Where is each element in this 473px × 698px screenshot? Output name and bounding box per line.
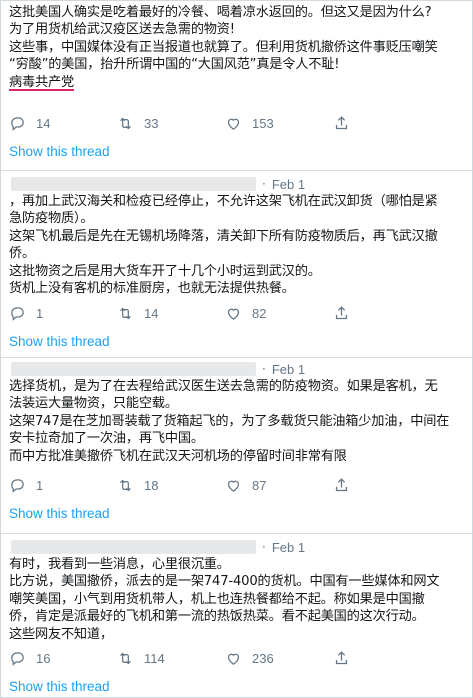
tweet-header: · Feb 1 (11, 360, 305, 378)
tweet-actions: 16 114 236 (9, 648, 429, 668)
tweet-text-line: 这批物资之后是用大货车开了十几个小时运到武汉的。 (9, 263, 321, 279)
tweet-3-text: 选择货机，是为了在去程给武汉医生送去急需的防疫物资。如果是客机，无 法装运大量物… (9, 378, 464, 465)
reply-button[interactable]: 1 (9, 477, 117, 494)
tweet-text-line: 这架飞机最后是先在无锡机场降落，清关卸下所有防疫物质后，再飞武汉撤 (9, 228, 438, 244)
retweet-count: 14 (144, 305, 159, 321)
like-button[interactable]: 153 (225, 115, 333, 132)
retweet-count: 33 (144, 115, 159, 131)
reply-button[interactable]: 14 (9, 115, 117, 132)
share-button[interactable] (333, 477, 363, 494)
retweet-icon (120, 479, 131, 491)
separator-dot: · (262, 362, 266, 376)
retweet-button[interactable]: 14 (117, 305, 225, 322)
heart-icon (227, 308, 240, 320)
retweet-icon (120, 652, 131, 664)
show-thread-link[interactable]: Show this thread (9, 506, 110, 521)
like-count: 236 (252, 650, 274, 666)
tweet-text-line: 选择货机，是为了在去程给武汉医生送去急需的防疫物资。如果是客机，无 (9, 379, 438, 394)
tweet-header: · Feb 1 (11, 175, 305, 193)
tweet-hashtag-text: 病毒共产党 (9, 74, 74, 90)
redacted-user-name (11, 362, 256, 376)
tweet-text-line: 货机上没有客机的标准厨房，也就无法提供热餐。 (9, 281, 295, 297)
tweet-text-line: 侨。 (9, 246, 35, 262)
tweet-4-text: 有时，我看到一些消息，心里很沉重。 比方说，美国撤侨，派去的是一架747-400… (9, 556, 464, 643)
share-button[interactable] (333, 650, 363, 667)
reply-icon (11, 651, 24, 666)
retweet-icon (120, 307, 131, 319)
tweet-text-line: 这些事，中国媒体没有正当报道也就算了。但利用货机撤侨这件事贬压嘲笑 (9, 39, 438, 55)
twitter-thread-screenshot: 这批美国人确实是吃着最好的冷餐、喝着凉水返回的。但这又是因为什么? 为了用货机给… (0, 0, 473, 698)
reply-count: 1 (36, 305, 44, 321)
tweet-date[interactable]: Feb 1 (272, 362, 305, 377)
separator-dot: · (262, 177, 266, 191)
retweet-button[interactable]: 33 (117, 115, 225, 132)
reply-count: 16 (36, 650, 51, 666)
tweet-text-line: ，再加上武汉海关和检疫已经停止，不允许这架飞机在武汉卸货（哪怕是紧 (9, 194, 438, 209)
reply-icon (11, 306, 24, 321)
reply-count: 1 (36, 477, 44, 493)
tweet-text-line: 比方说，美国撤侨，派去的是一架747-400的货机。中国有一些媒体和网文 (9, 574, 440, 590)
heart-icon (227, 653, 240, 665)
tweet-text-line-wrap: 病毒共产党 (9, 74, 464, 91)
share-button[interactable] (333, 115, 363, 132)
tweet-header: · Feb 1 (11, 538, 305, 556)
tweet-text-line: 法装运大量物资，只能空载。 (9, 396, 178, 412)
tweet-text-line: “穷酸”的美国，抬升所谓中国的“大国风范”真是令人不耻! (9, 57, 340, 73)
heart-icon (227, 480, 240, 492)
show-thread-link[interactable]: Show this thread (9, 144, 110, 159)
divider (1, 357, 472, 358)
like-button[interactable]: 87 (225, 477, 333, 494)
tweet-actions: 1 18 87 (9, 475, 429, 495)
tweet-text-line: 嘲笑美国，小气到用货机带人，机上也连热餐都给不起。称如果是中国撤 (9, 591, 425, 607)
retweet-button[interactable]: 18 (117, 477, 225, 494)
show-thread-link[interactable]: Show this thread (9, 334, 110, 349)
tweet-text-line: 急防疫物质）。 (9, 211, 94, 227)
share-icon (335, 115, 348, 129)
redacted-user-name (11, 177, 256, 191)
like-count: 153 (252, 115, 274, 131)
retweet-count: 18 (144, 477, 159, 493)
redacted-user-name (11, 540, 256, 554)
share-icon (335, 305, 348, 319)
heart-icon (227, 118, 240, 130)
tweet-text-line: 有时，我看到一些消息，心里很沉重。 (9, 557, 230, 572)
like-button[interactable]: 236 (225, 650, 333, 667)
share-icon (335, 477, 348, 491)
tweet-2-text: ，再加上武汉海关和检疫已经停止，不允许这架飞机在武汉卸货（哪怕是紧 急防疫物质）… (9, 193, 464, 297)
like-count: 87 (252, 477, 267, 493)
separator-dot: · (262, 540, 266, 554)
tweet-text-line: 而中方批准美撤侨飞机在武汉天河机场的停留时间非常有限 (9, 448, 347, 464)
tweet-text-line: 安卡拉奇加了一次油，再飞中国。 (9, 431, 204, 447)
share-button[interactable] (333, 305, 363, 322)
tweet-text-line: 这架747是在芝加哥装载了货箱起飞的，为了多载货只能油箱少加油，中间在 (9, 413, 450, 429)
share-icon (335, 650, 348, 664)
tweet-actions: 14 33 153 (9, 113, 429, 133)
retweet-icon (120, 117, 131, 129)
divider (1, 533, 472, 534)
reply-button[interactable]: 16 (9, 650, 117, 667)
reply-icon (11, 116, 24, 131)
tweet-1-text: 这批美国人确实是吃着最好的冷餐、喝着凉水返回的。但这又是因为什么? 为了用货机给… (9, 4, 464, 91)
reply-icon (11, 478, 24, 493)
retweet-count: 114 (144, 650, 165, 666)
like-count: 82 (252, 305, 267, 321)
reply-button[interactable]: 1 (9, 305, 117, 322)
reply-count: 14 (36, 115, 51, 131)
tweet-date[interactable]: Feb 1 (272, 540, 305, 555)
tweet-actions: 1 14 82 (9, 303, 429, 323)
tweet-text-line: 为了用货机给武汉疫区送去急需的物资! (9, 22, 235, 38)
tweet-text-line: 这批美国人确实是吃着最好的冷餐、喝着凉水返回的。但这又是因为什么? (9, 5, 432, 20)
tweet-text-line: 侨，肯定是派最好的飞机和第一流的热饭热菜。看不起美国的这次行动。 (9, 609, 425, 625)
like-button[interactable]: 82 (225, 305, 333, 322)
tweet-date[interactable]: Feb 1 (272, 177, 305, 192)
show-thread-link[interactable]: Show this thread (9, 679, 110, 694)
tweet-text-line: 这些网友不知道， (9, 626, 113, 642)
divider (1, 170, 472, 171)
retweet-button[interactable]: 114 (117, 650, 225, 667)
